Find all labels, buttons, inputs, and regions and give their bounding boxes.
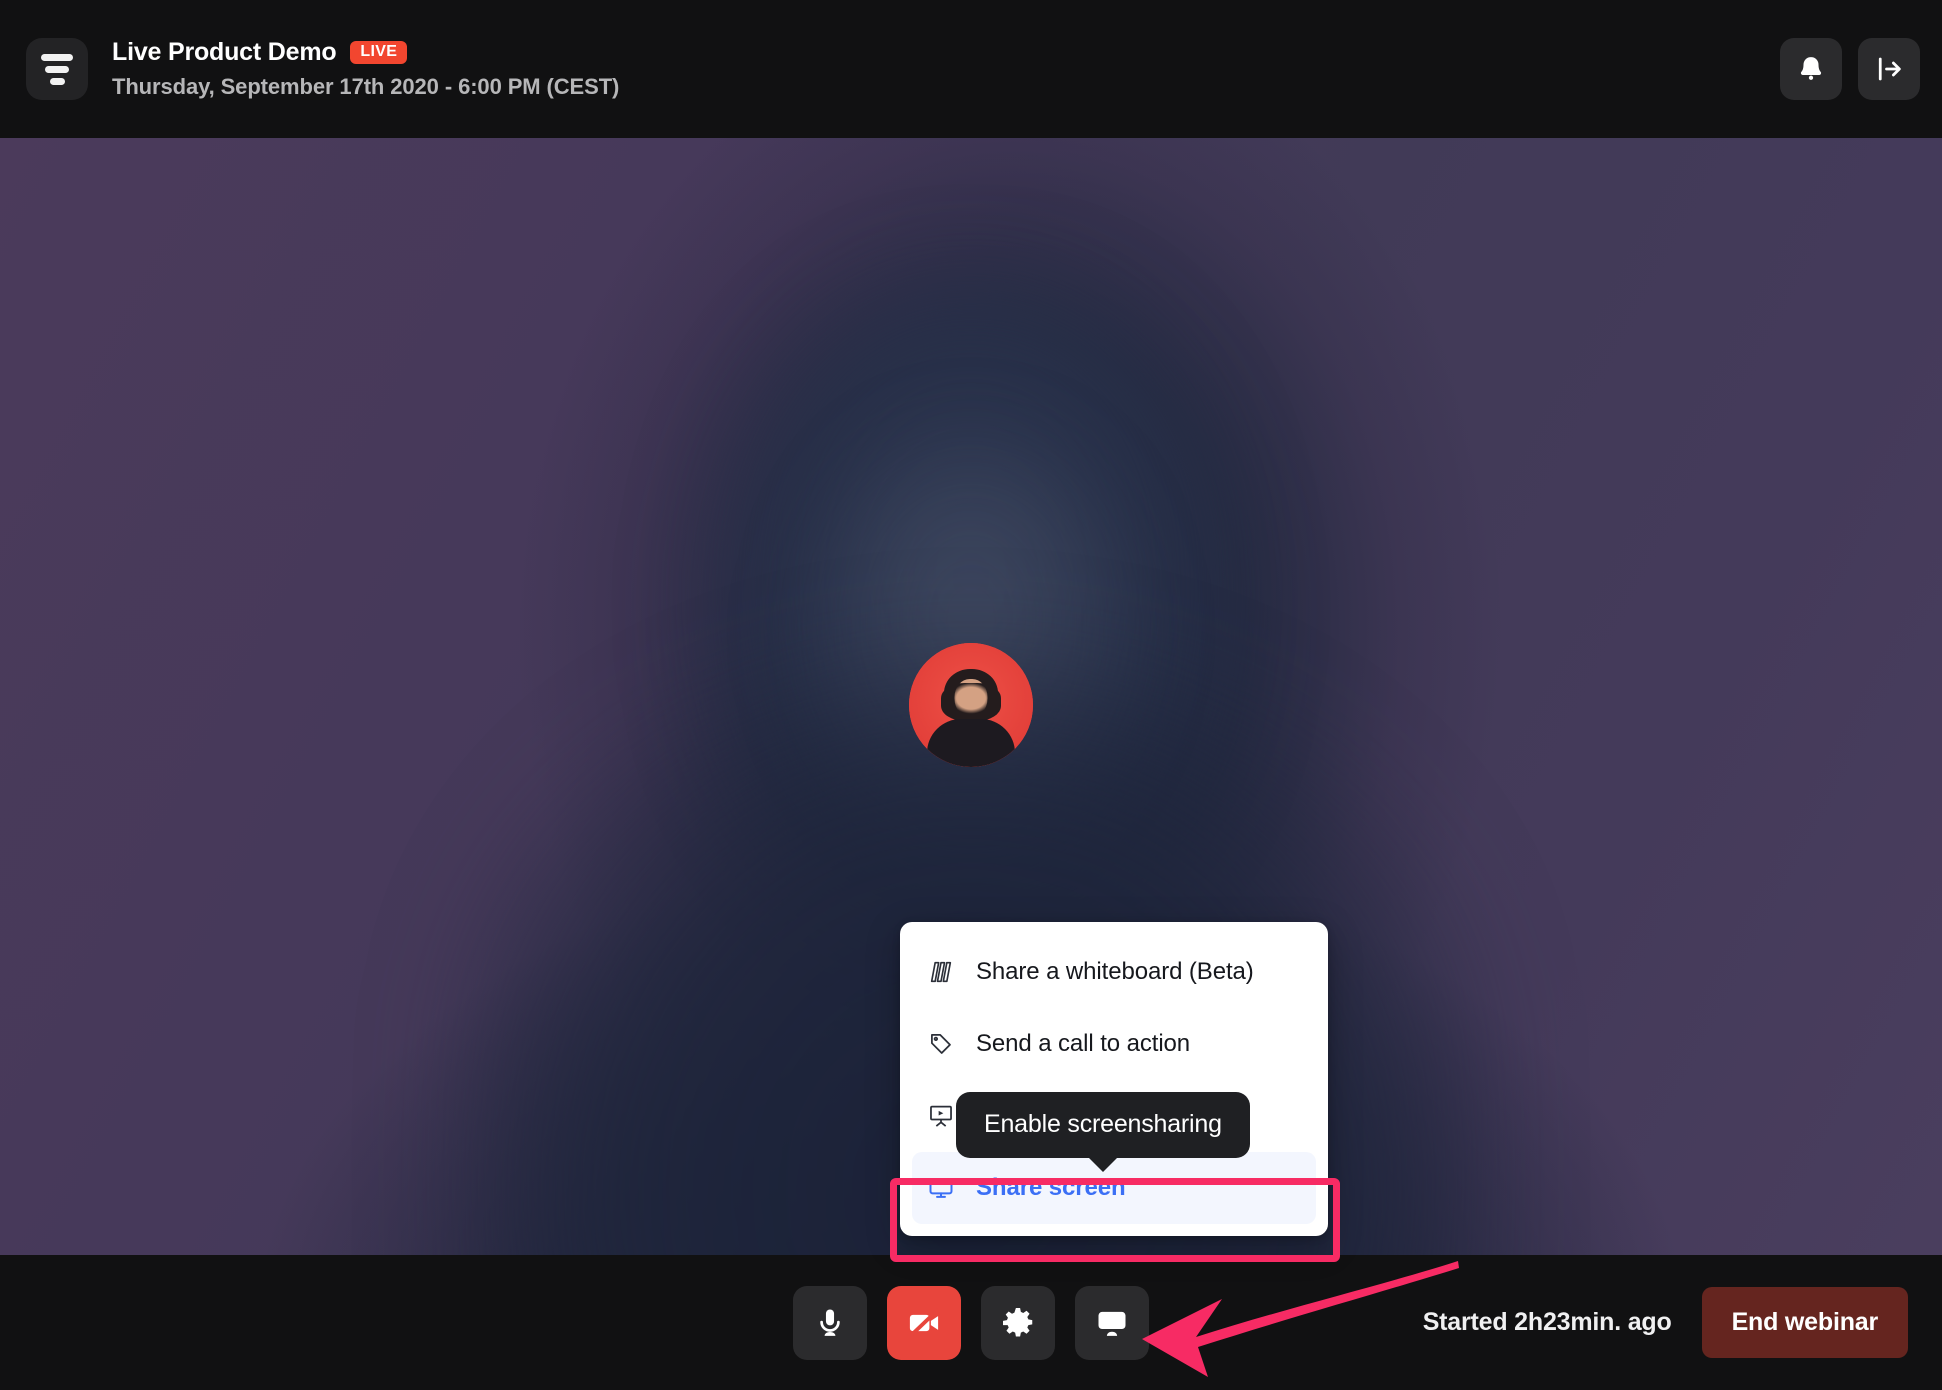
media-controls [793,1285,1149,1360]
menu-item-send-call-to-action[interactable]: Send a call to action [900,1008,1328,1080]
camera-off-icon [908,1307,940,1338]
whiteboard-icon [926,957,956,987]
gear-icon [1003,1307,1033,1336]
session-info: Live Product Demo LIVE Thursday, Septemb… [112,38,619,100]
bottom-toolbar: Started 2h23min. ago End webinar [0,1255,1942,1390]
elapsed-time-label: Started 2h23min. ago [1422,1308,1672,1336]
top-bar: Live Product Demo LIVE Thursday, Septemb… [0,0,1942,138]
page-title: Live Product Demo [112,38,337,66]
microphone-icon [820,1309,840,1336]
notifications-button[interactable] [1780,38,1842,100]
end-webinar-button[interactable]: End webinar [1701,1287,1908,1358]
menu-item-label: Share a whiteboard (Beta) [976,958,1254,985]
menu-item-label: Share screen [976,1174,1126,1201]
title-row: Live Product Demo LIVE [112,38,619,67]
settings-button[interactable] [981,1285,1055,1360]
bell-icon [1800,57,1822,80]
menu-item-label: Send a call to action [976,1030,1191,1057]
screenshare-button[interactable] [1075,1285,1149,1360]
monitor-icon [926,1173,956,1203]
avatar [909,643,1033,767]
menu-item-share-whiteboard[interactable]: Share a whiteboard (Beta) [900,936,1328,1008]
status-badge: LIVE [350,41,408,64]
livestorm-bars-logo-icon [26,38,88,100]
avatar-photo [909,643,1033,767]
tooltip-enable-screensharing: Enable screensharing [956,1092,1250,1158]
tag-icon [926,1029,956,1059]
session-status-area: Started 2h23min. ago End webinar [1423,1287,1908,1358]
session-date: Thursday, September 17th 2020 - 6:00 PM … [112,74,620,99]
presentation-video-icon [926,1101,956,1131]
microphone-button[interactable] [793,1285,867,1360]
monitor-icon [1098,1311,1126,1336]
exit-arrow-icon [1878,57,1901,81]
top-bar-actions [1780,38,1920,100]
share-options-menu: Share a whiteboard (Beta) Send a call to… [900,922,1328,1236]
leave-room-button[interactable] [1858,38,1920,100]
camera-button[interactable] [887,1285,961,1360]
webinar-studio-window: Live Product Demo LIVE Thursday, Septemb… [0,0,1942,1390]
